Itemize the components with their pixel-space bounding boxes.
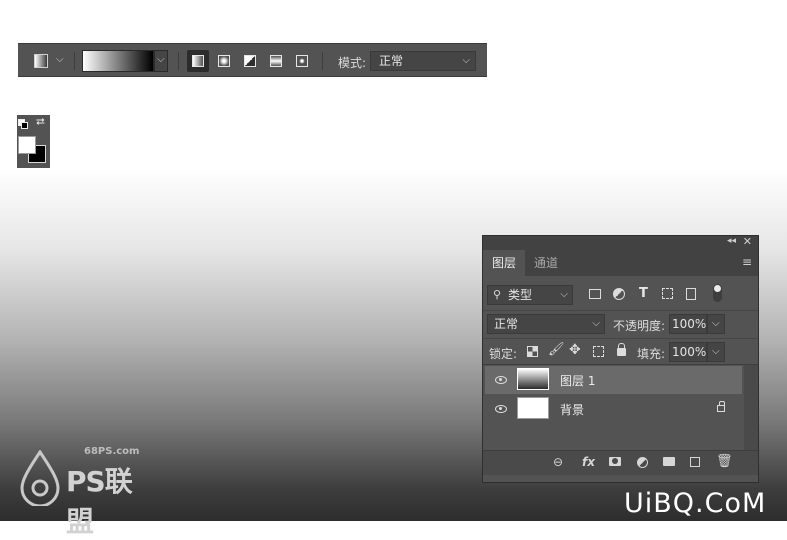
filter-toggle-icon[interactable]	[713, 284, 722, 302]
linear-gradient-icon	[192, 55, 204, 67]
chevron-down-icon: ⌵	[592, 318, 600, 329]
linear-gradient-button[interactable]	[187, 50, 209, 72]
layer-row-selected[interactable]: 图层 1	[485, 366, 742, 394]
reflected-gradient-icon	[270, 55, 282, 67]
mode-label: 模式:	[338, 56, 367, 70]
diamond-gradient-icon	[296, 55, 308, 67]
color-swatches: ⮂	[17, 115, 50, 168]
radial-gradient-icon	[218, 55, 230, 67]
angle-gradient-button[interactable]	[239, 50, 261, 72]
layer-thumbnail	[517, 397, 549, 419]
link-icon[interactable]: ⊖	[553, 455, 563, 469]
fill-label: 填充:	[637, 347, 666, 361]
panel-footer: ⊖ fx 🗑	[483, 450, 758, 475]
layers-scrollbar[interactable]	[744, 365, 758, 451]
type-filter-icon[interactable]: T	[639, 286, 648, 301]
blend-row: 正常 ⌵ 不透明度: 100% ⌵	[483, 310, 758, 337]
gradient-picker-button[interactable]: ⌵	[154, 50, 168, 72]
swap-colors-icon[interactable]: ⮂	[36, 115, 45, 129]
chevron-down-icon: ⌵	[712, 318, 720, 329]
divider	[322, 52, 323, 70]
folder-icon[interactable]	[663, 457, 675, 466]
gradient-tool-preset-icon[interactable]	[34, 54, 48, 68]
mode-value: 正常	[379, 54, 404, 68]
filter-kind-value: 类型	[508, 288, 533, 302]
mode-select[interactable]: 正常 ⌵	[370, 51, 476, 71]
blend-mode-select[interactable]: 正常 ⌵	[487, 314, 605, 334]
image-filter-icon[interactable]	[589, 289, 601, 299]
chevron-down-icon: ⌵	[712, 346, 720, 357]
watermark-site: 68PS.com	[84, 446, 140, 457]
opacity-dropdown[interactable]: ⌵	[707, 314, 725, 334]
tab-channels[interactable]: 通道	[525, 250, 567, 276]
chevron-down-icon: ⌵	[560, 289, 568, 300]
lock-label: 锁定:	[489, 347, 518, 361]
layers-panel: ◂◂ ✕ 图层 通道 ≡ ⚲ 类型 ⌵ T 正常 ⌵ 不透明度: 100% ⌵	[482, 235, 759, 483]
ps-drop-logo-icon	[20, 450, 60, 506]
layer-name[interactable]: 图层 1	[560, 372, 595, 389]
adjustment-filter-icon[interactable]	[613, 288, 625, 300]
new-layer-icon[interactable]	[690, 457, 700, 467]
chevron-down-icon: ⌵	[462, 55, 470, 66]
collapse-icon[interactable]: ◂◂	[727, 236, 736, 246]
diamond-gradient-button[interactable]	[291, 50, 313, 72]
smart-object-filter-icon[interactable]	[686, 288, 696, 300]
fill-input[interactable]: 100%	[669, 342, 707, 362]
tab-layers[interactable]: 图层	[483, 250, 526, 276]
gradient-options-toolbar: ⌵ ⌵ 模式: 正常 ⌵	[18, 43, 487, 77]
panel-menu-icon[interactable]: ≡	[742, 255, 752, 269]
chevron-down-icon: ⌵	[157, 54, 165, 65]
foreground-color-swatch[interactable]	[18, 136, 36, 154]
adjustment-icon[interactable]	[637, 457, 648, 468]
lock-transparency-icon[interactable]	[527, 346, 538, 357]
panel-tabs: 图层 通道 ≡	[483, 250, 758, 276]
uibq-brand-watermark: UiBQ.CoM	[624, 488, 767, 519]
fill-dropdown[interactable]: ⌵	[707, 342, 725, 362]
layer-name[interactable]: 背景	[560, 401, 584, 418]
lock-icon	[717, 401, 725, 412]
mask-icon[interactable]	[609, 457, 621, 466]
lock-artboard-icon[interactable]	[593, 346, 604, 357]
gradient-preview[interactable]	[82, 50, 154, 72]
trash-icon[interactable]: 🗑	[716, 454, 733, 469]
filter-row: ⚲ 类型 ⌵ T	[483, 282, 758, 308]
shape-filter-icon[interactable]	[662, 288, 673, 299]
reflected-gradient-button[interactable]	[265, 50, 287, 72]
opacity-input[interactable]: 100%	[669, 314, 707, 334]
blend-mode-value: 正常	[494, 317, 519, 331]
visibility-eye-icon[interactable]	[495, 405, 507, 413]
search-icon: ⚲	[493, 288, 502, 301]
visibility-eye-icon[interactable]	[495, 376, 507, 384]
fx-icon[interactable]: fx	[582, 455, 595, 469]
ps-league-watermark-logo: 68PS.com PS联盟	[18, 446, 153, 538]
layers-list: 图层 1 背景	[483, 364, 758, 451]
default-colors-icon[interactable]	[18, 119, 28, 129]
layer-row[interactable]: 背景	[485, 395, 742, 423]
divider	[178, 52, 179, 70]
lock-position-icon[interactable]: ✥	[569, 342, 581, 358]
lock-pixels-icon[interactable]: 🖌	[548, 342, 565, 357]
radial-gradient-button[interactable]	[213, 50, 235, 72]
chevron-down-icon[interactable]: ⌵	[56, 54, 64, 65]
watermark-logo-text: PS联盟	[66, 465, 133, 538]
layer-thumbnail	[517, 368, 549, 390]
lock-all-icon[interactable]	[617, 343, 626, 356]
angle-gradient-icon	[244, 55, 256, 67]
divider	[74, 52, 75, 70]
opacity-label: 不透明度:	[613, 319, 666, 333]
close-icon[interactable]: ✕	[743, 235, 752, 248]
filter-kind-select[interactable]: ⚲ 类型 ⌵	[487, 285, 573, 305]
panel-titlebar: ◂◂ ✕	[483, 235, 758, 250]
lock-row: 锁定: 🖌 ✥ 填充: 100% ⌵	[483, 338, 758, 365]
